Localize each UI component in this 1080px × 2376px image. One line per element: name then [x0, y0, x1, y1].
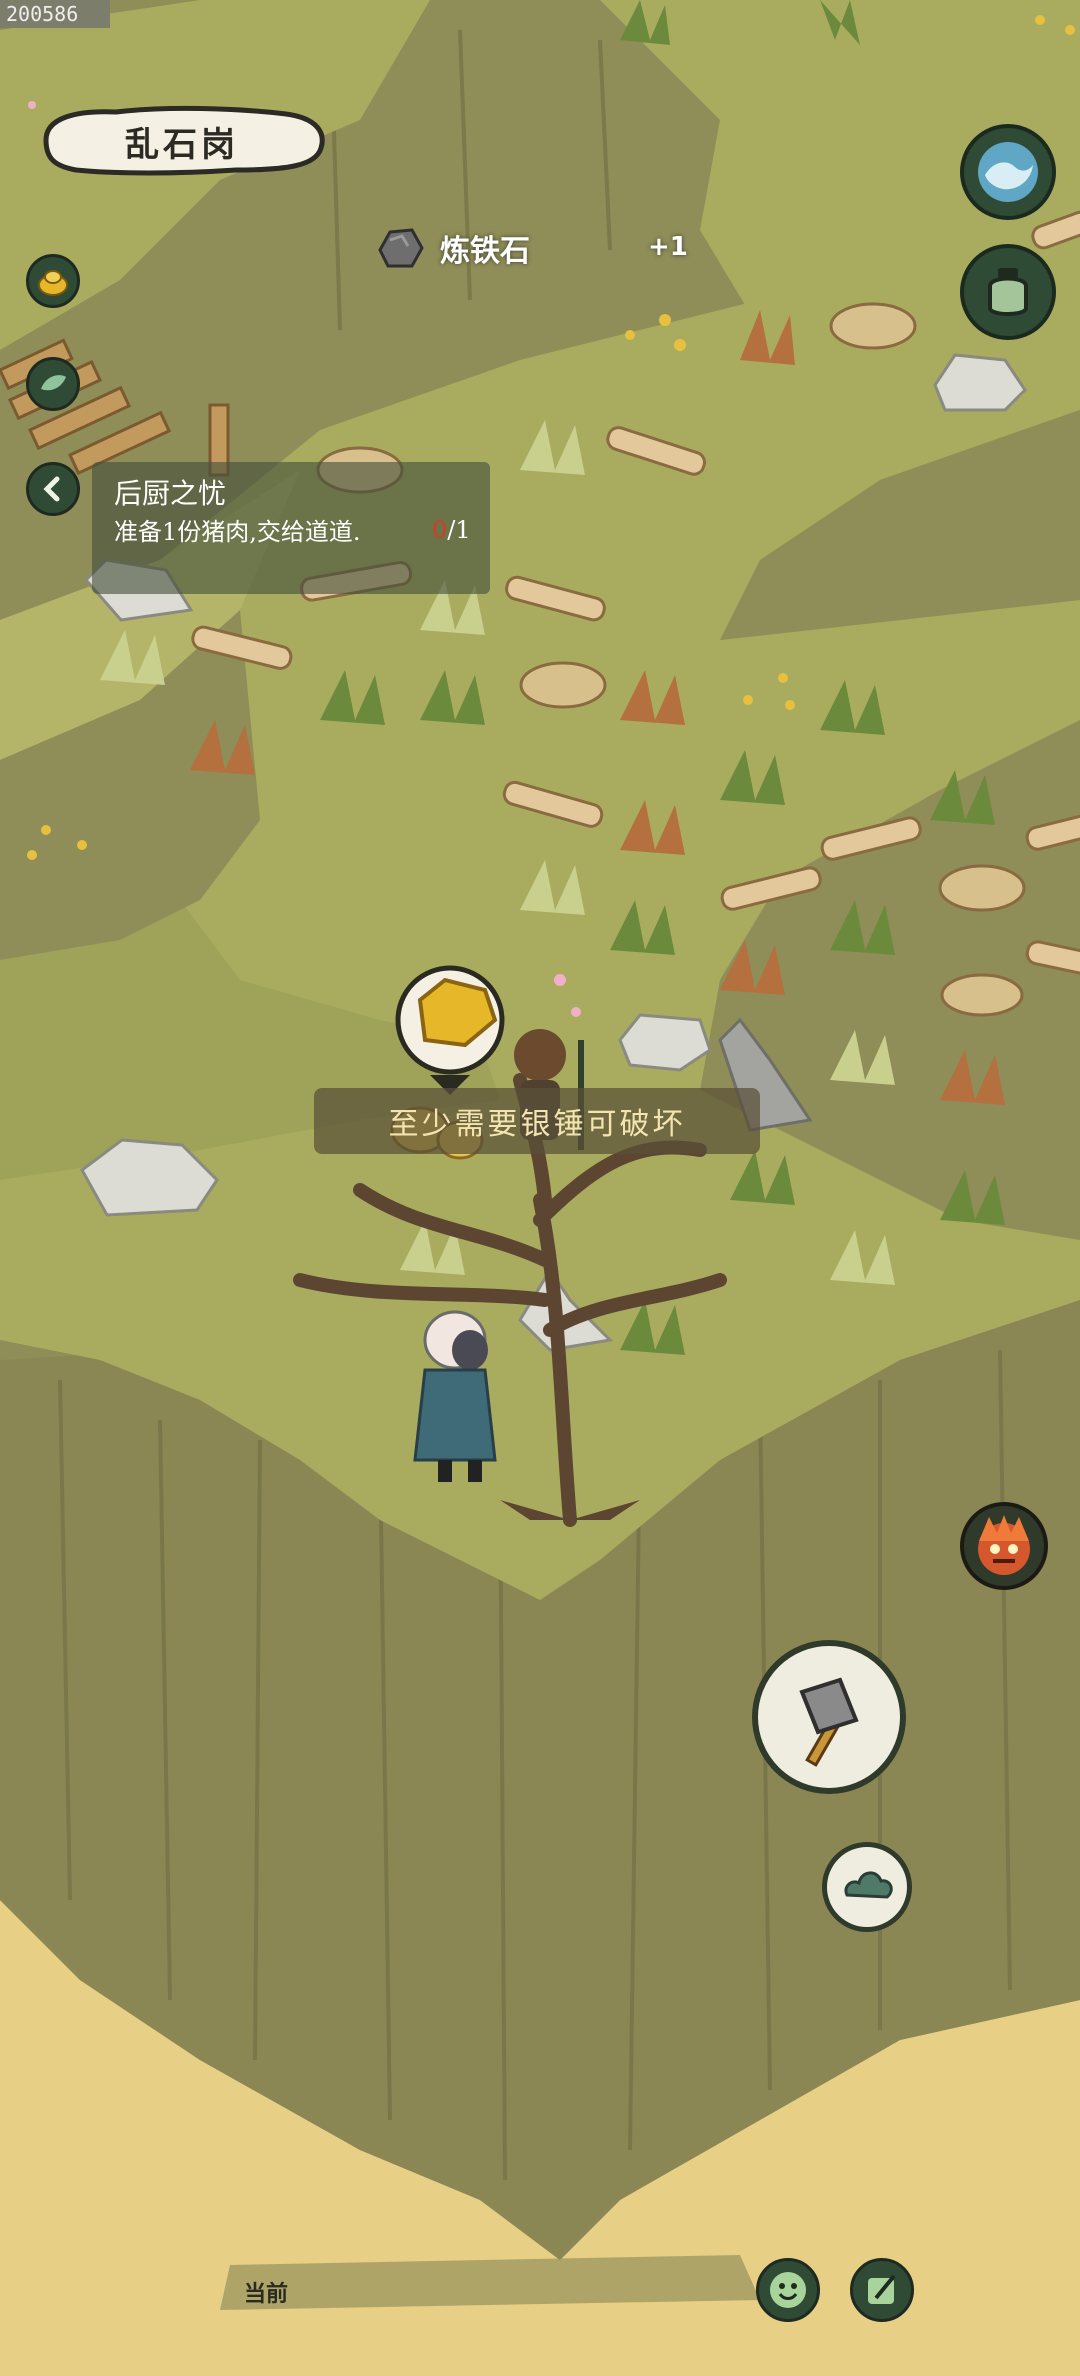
quest-tracker[interactable]: 后厨之忧 准备1份猪肉,交给道道. 0/1	[92, 462, 490, 594]
current-label: 当前	[244, 2282, 289, 2307]
water-wave-icon	[978, 142, 1038, 202]
write-button[interactable]	[850, 2258, 914, 2322]
gold-ingot-button[interactable]	[26, 254, 80, 308]
item-acquired-toast: 炼铁石	[372, 218, 530, 278]
quest-collapse-button[interactable]	[26, 462, 80, 516]
gold-ingot-icon	[38, 270, 68, 296]
quest-description: 准备1份猪肉,交给道道.	[114, 518, 361, 546]
water-skill-button[interactable]	[960, 124, 1056, 220]
quest-progress-current: 0	[432, 516, 448, 544]
smile-face-icon	[770, 2272, 806, 2308]
leaf-icon	[41, 375, 66, 391]
quest-progress-total: /1	[447, 516, 471, 544]
iron-ore-icon	[378, 228, 424, 268]
brush-icon	[868, 2274, 896, 2304]
emote-button[interactable]	[756, 2258, 820, 2322]
item-count: +1	[648, 232, 688, 262]
cloud-icon	[844, 1871, 893, 1899]
hammer-icon	[799, 1677, 859, 1767]
item-name: 炼铁石	[440, 234, 530, 269]
build-id: 200586	[0, 0, 110, 28]
hammer-action-button[interactable]	[752, 1640, 906, 1794]
location-name: 乱石岗	[125, 124, 239, 165]
demon-face-icon	[978, 1515, 1030, 1575]
collapse-arrow-icon	[43, 476, 60, 502]
cloud-skill-button[interactable]	[822, 1842, 912, 1932]
game-map[interactable]	[0, 0, 1080, 2376]
quest-title: 后厨之忧	[114, 477, 227, 510]
jar-icon	[988, 268, 1028, 316]
leaf-button[interactable]	[26, 357, 80, 411]
demon-button[interactable]	[960, 1502, 1048, 1590]
quest-progress: 0/1	[432, 516, 471, 544]
hint-text: 至少需要银锤可破坏	[388, 1107, 686, 1142]
jar-button[interactable]	[960, 244, 1056, 340]
hint-message: 至少需要银锤可破坏	[314, 1088, 760, 1154]
